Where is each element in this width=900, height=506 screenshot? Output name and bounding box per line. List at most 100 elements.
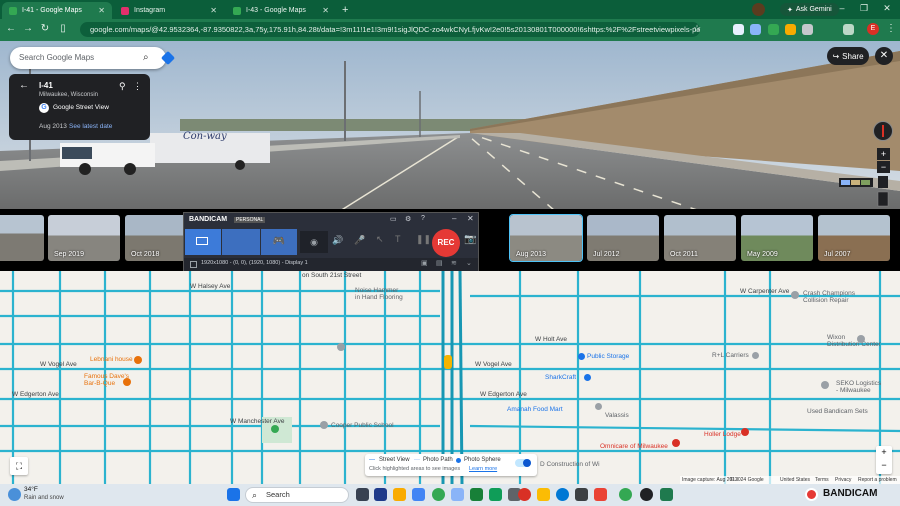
google-photos-icon[interactable] <box>412 488 425 501</box>
extension-scanner-icon[interactable] <box>733 24 744 35</box>
restaurant-pin-icon[interactable] <box>123 378 131 386</box>
map-zoom-in-button[interactable]: + <box>876 446 892 459</box>
text-overlay-icon[interactable]: T <box>395 234 401 244</box>
map-view[interactable]: on South 21st Street W Halsey Ave W Voge… <box>0 271 900 484</box>
hotel-pin-icon[interactable] <box>741 428 749 436</box>
school-pin-icon[interactable] <box>320 421 328 429</box>
compass-icon[interactable] <box>873 121 893 141</box>
extension-green-icon[interactable] <box>785 24 796 35</box>
tab-instagram[interactable]: Instagram ✕ <box>114 2 224 19</box>
task-view-icon[interactable] <box>356 488 369 501</box>
app-icon[interactable] <box>374 488 387 501</box>
poi-label[interactable]: SharkCraft <box>545 374 576 381</box>
app-icon[interactable] <box>660 488 673 501</box>
medical-pin-icon[interactable] <box>672 439 680 447</box>
forward-arrow-icon[interactable]: → <box>21 23 35 34</box>
game-mode-icon[interactable]: 🎮 <box>261 229 297 255</box>
place-pin-icon[interactable] <box>337 343 345 351</box>
pause-icon[interactable]: ❚❚ <box>416 234 431 245</box>
address-bar[interactable]: google.com/maps/@42.9532364,-87.9350822,… <box>80 22 700 37</box>
close-street-view-button[interactable]: ✕ <box>875 47 893 65</box>
bandicam-tray-icon[interactable] <box>805 488 818 501</box>
poi-label[interactable]: Used Bandicam Sets <box>807 408 868 415</box>
poi-label[interactable]: Crash Champions Collision Repair <box>803 290 855 304</box>
settings-gear-icon[interactable]: ⚙ <box>405 215 411 223</box>
terms-link[interactable]: Terms <box>815 477 829 483</box>
video-icon[interactable]: ▣ <box>421 259 428 267</box>
back-arrow-icon[interactable]: ← <box>19 80 29 91</box>
tab-google-maps-i41[interactable]: I-41 - Google Maps ✕ <box>2 2 112 19</box>
poi-label[interactable]: D Construction of Wi <box>540 461 600 468</box>
menu-kebab-icon[interactable]: ⋮ <box>884 23 898 34</box>
rec-button[interactable]: REC <box>432 229 460 257</box>
park-pin-icon[interactable] <box>271 425 279 433</box>
poi-label[interactable]: Amanah Food Mart <box>507 406 563 413</box>
more-options-icon[interactable]: ⋮ <box>133 81 142 92</box>
close-tab-icon[interactable]: ✕ <box>322 6 329 15</box>
poi-label[interactable]: Holler Lodge <box>704 431 741 438</box>
cursor-icon[interactable]: ↖ <box>376 234 384 245</box>
speaker-icon[interactable]: 🔊 <box>332 235 343 246</box>
report-problem-link[interactable]: Report a problem <box>858 477 897 483</box>
weather-icon[interactable] <box>8 488 21 501</box>
sidebar-icon[interactable]: ▯ <box>56 23 70 34</box>
storage-pin-icon[interactable] <box>578 353 585 360</box>
zoom-out-button[interactable]: − <box>877 161 890 173</box>
time-thumbnail[interactable]: Sep 2019 <box>48 215 120 261</box>
folder-icon[interactable] <box>537 488 550 501</box>
poi-label[interactable]: R+L Carriers <box>712 352 749 359</box>
media-player-icon[interactable] <box>640 488 653 501</box>
warehouse-pin-icon[interactable] <box>857 335 865 343</box>
reload-icon[interactable]: ↻ <box>38 23 52 34</box>
pegman-icon[interactable] <box>444 355 452 369</box>
display-icon[interactable]: ▤ <box>436 259 443 267</box>
privacy-link[interactable]: Privacy <box>835 477 851 483</box>
time-thumbnail-selected[interactable]: Aug 2013 <box>509 214 583 262</box>
help-icon[interactable]: ? <box>421 215 425 222</box>
extension-check-icon[interactable] <box>768 24 779 35</box>
extension-translate-icon[interactable] <box>750 24 761 35</box>
webcam-icon[interactable]: ◉ <box>300 231 328 253</box>
close-tab-icon[interactable]: ✕ <box>98 6 105 15</box>
see-latest-date-link[interactable]: See latest date <box>69 123 112 130</box>
street-view-panorama[interactable]: Con-way Search Google Maps ⌕ ← I-41 Milw… <box>0 41 900 211</box>
sheets-icon[interactable] <box>470 488 483 501</box>
edge-icon[interactable] <box>556 488 569 501</box>
pin-icon[interactable]: ⚲ <box>119 81 126 92</box>
taskbar-search-box[interactable]: ⌕ Search <box>245 487 349 503</box>
close-icon[interactable]: ✕ <box>467 214 474 223</box>
bookmark-star-icon[interactable]: ☆ <box>690 23 704 34</box>
audio-wave-icon[interactable]: ≋ <box>451 259 457 267</box>
business-pin-icon[interactable] <box>752 352 759 359</box>
chrome-icon[interactable] <box>619 488 632 501</box>
app-icon[interactable] <box>575 488 588 501</box>
minimize-icon[interactable]: – <box>452 214 456 223</box>
app-icon[interactable] <box>489 488 502 501</box>
business-pin-icon[interactable] <box>595 403 602 410</box>
poi-label[interactable]: Valassis <box>605 412 629 419</box>
search-icon[interactable]: ⌕ <box>143 47 149 69</box>
poi-label[interactable]: Noise Hammer in Hand Flooring <box>355 287 403 301</box>
extensions-puzzle-icon[interactable] <box>802 24 813 35</box>
tab-google-maps-i43[interactable]: I-43 - Google Maps ✕ <box>226 2 336 19</box>
chevron-down-icon[interactable]: ⌄ <box>466 259 472 267</box>
camera-snapshot-icon[interactable]: 📷 <box>464 234 476 245</box>
map-zoom-out-button[interactable]: − <box>876 459 892 472</box>
poi-label[interactable]: Cooper Public School <box>331 422 394 429</box>
region-checkbox-icon[interactable] <box>190 261 197 268</box>
poi-label[interactable]: Lebnani house <box>90 356 133 363</box>
zoom-in-button[interactable]: + <box>877 148 890 160</box>
side-panel-icon[interactable] <box>843 24 854 35</box>
street-view-layer-toggle[interactable] <box>515 459 531 467</box>
poi-label[interactable]: Omnicare of Milwaukee <box>600 443 668 450</box>
new-tab-button[interactable]: + <box>342 4 348 16</box>
screen-mode-button[interactable] <box>185 229 221 255</box>
bandicam-app-icon[interactable] <box>518 488 531 501</box>
close-tab-icon[interactable]: ✕ <box>210 6 217 15</box>
minimize-window-icon[interactable]: – <box>835 3 849 13</box>
back-arrow-icon[interactable]: ← <box>4 23 18 34</box>
close-window-icon[interactable]: ✕ <box>880 3 894 14</box>
chrome-icon[interactable] <box>432 488 445 501</box>
poi-label[interactable]: Wixon Distribution Center <box>827 334 881 348</box>
time-thumbnail[interactable]: Oct 2011 <box>664 215 736 261</box>
